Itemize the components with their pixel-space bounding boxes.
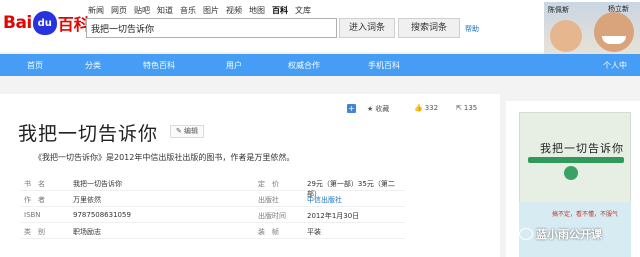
top-nav-wenku[interactable]: 文库	[295, 5, 311, 16]
action-collect[interactable]: ★ 收藏	[367, 104, 389, 114]
info-row: 类 别 职场励志 装 帧 平装	[20, 223, 405, 239]
book-cover-band	[528, 157, 624, 163]
top-nav-video[interactable]: 视频	[226, 5, 242, 16]
plus-icon: +	[347, 104, 356, 113]
logo-baike: 百科	[57, 15, 90, 34]
info-value: 2012年1月30日	[307, 212, 360, 220]
info-row: 作 者 万里依然 出版社 中信出版社	[20, 191, 405, 207]
nav-mobile[interactable]: 手机百科	[368, 60, 400, 71]
book-cover-badge	[564, 166, 578, 180]
star-icon: ★	[367, 105, 374, 113]
entry-summary: 《我把一切告诉你》是2012年中信出版社出版的图书，作者是万里依然。	[34, 153, 295, 162]
search-entry-button[interactable]: 搜索词条	[398, 18, 460, 38]
info-label: 出版社	[258, 196, 279, 204]
search-input[interactable]: 我把一切告诉你	[86, 18, 337, 38]
logo-bai: Bai	[3, 13, 32, 33]
nav-partners[interactable]: 权威合作	[288, 60, 320, 71]
nav-users[interactable]: 用户	[226, 60, 242, 71]
info-value: 我把一切告诉你	[73, 180, 122, 188]
info-row: 书 名 我把一切告诉你 定 价 29元（第一部）35元（第二部）	[20, 175, 405, 198]
info-label: 定 价	[258, 180, 279, 188]
nav-home[interactable]: 首页	[27, 60, 43, 71]
top-nav-baike[interactable]: 百科	[272, 5, 288, 16]
info-value: 平装	[307, 228, 321, 236]
publisher-link[interactable]: 中信出版社	[307, 195, 342, 205]
banner-name-1: 陈佩斯	[548, 6, 569, 14]
watermark: 蓝小雨公开课	[519, 226, 602, 242]
info-label: 作 者	[24, 196, 45, 204]
nav-featured[interactable]: 特色百科	[143, 60, 175, 71]
help-link[interactable]: 帮助	[465, 24, 479, 34]
edit-button[interactable]: ✎ 编辑	[170, 125, 204, 138]
entry-title: 我把一切告诉你	[18, 123, 159, 145]
info-label: 类 别	[24, 228, 45, 236]
thumbs-up-icon: 👍	[414, 104, 423, 112]
banner-name-2: 杨立新	[608, 5, 629, 13]
info-row: ISBN 9787508631059 出版时间 2012年1月30日	[20, 207, 405, 223]
share-count: 135	[463, 104, 478, 112]
info-label: 出版时间	[258, 212, 286, 220]
action-share[interactable]: ⇱ 135	[456, 104, 477, 112]
wechat-icon	[519, 228, 533, 240]
baidu-baike-logo[interactable]: Bai du 百科	[3, 8, 90, 38]
person-face	[550, 20, 582, 52]
like-count: 332	[424, 104, 439, 112]
nav-personal[interactable]: 个人中	[603, 60, 627, 71]
edit-label: 编辑	[184, 127, 199, 135]
book-cover-title: 我把一切告诉你	[540, 142, 624, 155]
top-nav-zhidao[interactable]: 知道	[157, 5, 173, 16]
main-nav-bar: 首页 分类 特色百科 用户 权威合作 手机百科 个人中	[0, 54, 640, 76]
info-value: 职场励志	[73, 228, 101, 236]
enter-entry-button[interactable]: 进入词条	[339, 18, 395, 38]
share-icon: ⇱	[456, 104, 462, 112]
top-nav-tieba[interactable]: 贴吧	[134, 5, 150, 16]
pencil-icon: ✎	[175, 127, 182, 135]
top-nav-music[interactable]: 音乐	[180, 5, 196, 16]
person-face	[594, 12, 634, 52]
action-add[interactable]: +	[347, 104, 356, 113]
top-nav-map[interactable]: 地图	[249, 5, 265, 16]
info-label: 装 帧	[258, 228, 279, 236]
top-nav-web[interactable]: 网页	[111, 5, 127, 16]
top-nav: 新闻 网页 贴吧 知道 音乐 图片 视频 地图 百科 文库	[88, 5, 311, 16]
info-value: 万里依然	[73, 196, 101, 204]
watermark-text: 蓝小雨公开课	[536, 228, 602, 241]
action-like[interactable]: 👍 332	[414, 104, 438, 112]
info-label: 书 名	[24, 180, 45, 188]
collect-label: 收藏	[375, 105, 390, 113]
info-label: ISBN	[24, 211, 41, 219]
nav-category[interactable]: 分类	[85, 60, 101, 71]
paw-icon: du	[32, 11, 57, 35]
top-nav-images[interactable]: 图片	[203, 5, 219, 16]
promo-banner[interactable]: 陈佩斯 杨立新	[544, 2, 640, 54]
info-value: 9787508631059	[73, 211, 131, 219]
book-cover-tagline: 搞不定，看不懂，不服气	[552, 211, 619, 218]
top-nav-news[interactable]: 新闻	[88, 5, 104, 16]
